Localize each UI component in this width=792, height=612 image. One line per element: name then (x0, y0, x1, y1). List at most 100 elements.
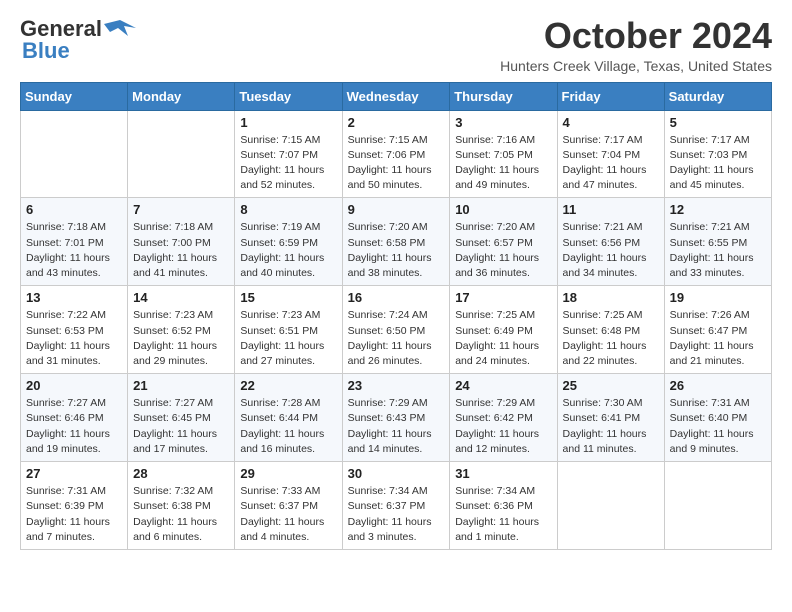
day-number: 16 (348, 290, 445, 305)
calendar-cell: 30 Sunrise: 7:34 AM Sunset: 6:37 PM Dayli… (342, 462, 450, 550)
day-number: 26 (670, 378, 766, 393)
header: General Blue October 2024 Hunters Creek … (20, 16, 772, 74)
calendar-cell: 9 Sunrise: 7:20 AM Sunset: 6:58 PM Daylig… (342, 198, 450, 286)
day-number: 21 (133, 378, 229, 393)
weekday-header-thursday: Thursday (450, 82, 557, 110)
calendar-cell: 3Sunrise: 7:16 AM Sunset: 7:05 PM Daylig… (450, 110, 557, 198)
calendar-cell: 2 Sunrise: 7:15 AM Sunset: 7:06 PM Daylig… (342, 110, 450, 198)
day-number: 28 (133, 466, 229, 481)
calendar-cell: 4Sunrise: 7:17 AM Sunset: 7:04 PM Daylig… (557, 110, 664, 198)
day-info: Sunrise: 7:21 AM Sunset: 6:56 PM Dayligh… (563, 220, 659, 281)
day-number: 1 (240, 115, 336, 130)
title-area: October 2024 Hunters Creek Village, Texa… (500, 16, 772, 74)
day-number: 11 (563, 202, 659, 217)
day-number: 19 (670, 290, 766, 305)
weekday-header-row: SundayMondayTuesdayWednesdayThursdayFrid… (21, 82, 772, 110)
day-number: 17 (455, 290, 551, 305)
weekday-header-sunday: Sunday (21, 82, 128, 110)
day-info: Sunrise: 7:32 AM Sunset: 6:38 PM Dayligh… (133, 484, 229, 545)
page: General Blue October 2024 Hunters Creek … (0, 0, 792, 570)
day-info: Sunrise: 7:28 AM Sunset: 6:44 PM Dayligh… (240, 396, 336, 457)
month-title: October 2024 (500, 16, 772, 56)
calendar-week-3: 13 Sunrise: 7:22 AM Sunset: 6:53 PM Dayli… (21, 286, 772, 374)
day-info: Sunrise: 7:34 AM Sunset: 6:37 PM Dayligh… (348, 484, 445, 545)
day-info: Sunrise: 7:25 AM Sunset: 6:48 PM Dayligh… (563, 308, 659, 369)
day-info: Sunrise: 7:16 AM Sunset: 7:05 PM Dayligh… (455, 133, 551, 194)
day-info: Sunrise: 7:30 AM Sunset: 6:41 PM Dayligh… (563, 396, 659, 457)
calendar-cell: 29 Sunrise: 7:33 AM Sunset: 6:37 PM Dayli… (235, 462, 342, 550)
calendar-cell: 6Sunrise: 7:18 AM Sunset: 7:01 PM Daylig… (21, 198, 128, 286)
day-info: Sunrise: 7:22 AM Sunset: 6:53 PM Dayligh… (26, 308, 122, 369)
day-info: Sunrise: 7:20 AM Sunset: 6:58 PM Dayligh… (348, 220, 445, 281)
calendar-week-5: 27Sunrise: 7:31 AM Sunset: 6:39 PM Dayli… (21, 462, 772, 550)
day-info: Sunrise: 7:34 AM Sunset: 6:36 PM Dayligh… (455, 484, 551, 545)
day-number: 18 (563, 290, 659, 305)
weekday-header-wednesday: Wednesday (342, 82, 450, 110)
day-info: Sunrise: 7:23 AM Sunset: 6:52 PM Dayligh… (133, 308, 229, 369)
logo-blue-text: Blue (22, 38, 70, 64)
day-number: 13 (26, 290, 122, 305)
day-info: Sunrise: 7:26 AM Sunset: 6:47 PM Dayligh… (670, 308, 766, 369)
day-number: 10 (455, 202, 551, 217)
day-info: Sunrise: 7:17 AM Sunset: 7:03 PM Dayligh… (670, 133, 766, 194)
calendar-week-2: 6Sunrise: 7:18 AM Sunset: 7:01 PM Daylig… (21, 198, 772, 286)
day-number: 31 (455, 466, 551, 481)
calendar-week-4: 20 Sunrise: 7:27 AM Sunset: 6:46 PM Dayli… (21, 374, 772, 462)
day-info: Sunrise: 7:33 AM Sunset: 6:37 PM Dayligh… (240, 484, 336, 545)
day-info: Sunrise: 7:29 AM Sunset: 6:42 PM Dayligh… (455, 396, 551, 457)
calendar-cell: 26 Sunrise: 7:31 AM Sunset: 6:40 PM Dayli… (664, 374, 771, 462)
calendar-cell: 25 Sunrise: 7:30 AM Sunset: 6:41 PM Dayli… (557, 374, 664, 462)
calendar-cell: 28 Sunrise: 7:32 AM Sunset: 6:38 PM Dayli… (128, 462, 235, 550)
day-number: 12 (670, 202, 766, 217)
day-info: Sunrise: 7:19 AM Sunset: 6:59 PM Dayligh… (240, 220, 336, 281)
calendar-cell: 31 Sunrise: 7:34 AM Sunset: 6:36 PM Dayli… (450, 462, 557, 550)
calendar-cell: 10Sunrise: 7:20 AM Sunset: 6:57 PM Dayli… (450, 198, 557, 286)
day-number: 9 (348, 202, 445, 217)
day-info: Sunrise: 7:27 AM Sunset: 6:46 PM Dayligh… (26, 396, 122, 457)
day-info: Sunrise: 7:29 AM Sunset: 6:43 PM Dayligh… (348, 396, 445, 457)
day-number: 30 (348, 466, 445, 481)
calendar-cell: 14 Sunrise: 7:23 AM Sunset: 6:52 PM Dayli… (128, 286, 235, 374)
calendar-cell: 13 Sunrise: 7:22 AM Sunset: 6:53 PM Dayli… (21, 286, 128, 374)
day-info: Sunrise: 7:15 AM Sunset: 7:06 PM Dayligh… (348, 133, 445, 194)
day-number: 2 (348, 115, 445, 130)
day-number: 7 (133, 202, 229, 217)
calendar-cell (664, 462, 771, 550)
logo: General Blue (20, 16, 136, 64)
calendar-cell (557, 462, 664, 550)
day-number: 14 (133, 290, 229, 305)
calendar-cell: 21 Sunrise: 7:27 AM Sunset: 6:45 PM Dayli… (128, 374, 235, 462)
calendar-cell: 15Sunrise: 7:23 AM Sunset: 6:51 PM Dayli… (235, 286, 342, 374)
weekday-header-tuesday: Tuesday (235, 82, 342, 110)
calendar-cell: 20 Sunrise: 7:27 AM Sunset: 6:46 PM Dayli… (21, 374, 128, 462)
day-number: 25 (563, 378, 659, 393)
weekday-header-friday: Friday (557, 82, 664, 110)
day-info: Sunrise: 7:24 AM Sunset: 6:50 PM Dayligh… (348, 308, 445, 369)
calendar-cell: 7 Sunrise: 7:18 AM Sunset: 7:00 PM Daylig… (128, 198, 235, 286)
calendar-cell: 19 Sunrise: 7:26 AM Sunset: 6:47 PM Dayli… (664, 286, 771, 374)
calendar-cell: 1 Sunrise: 7:15 AM Sunset: 7:07 PM Daylig… (235, 110, 342, 198)
day-number: 23 (348, 378, 445, 393)
day-number: 29 (240, 466, 336, 481)
day-info: Sunrise: 7:15 AM Sunset: 7:07 PM Dayligh… (240, 133, 336, 194)
day-info: Sunrise: 7:18 AM Sunset: 7:00 PM Dayligh… (133, 220, 229, 281)
day-number: 22 (240, 378, 336, 393)
day-info: Sunrise: 7:23 AM Sunset: 6:51 PM Dayligh… (240, 308, 336, 369)
calendar-table: SundayMondayTuesdayWednesdayThursdayFrid… (20, 82, 772, 550)
day-number: 5 (670, 115, 766, 130)
day-number: 8 (240, 202, 336, 217)
calendar-cell: 23 Sunrise: 7:29 AM Sunset: 6:43 PM Dayli… (342, 374, 450, 462)
day-info: Sunrise: 7:27 AM Sunset: 6:45 PM Dayligh… (133, 396, 229, 457)
calendar-cell: 5 Sunrise: 7:17 AM Sunset: 7:03 PM Daylig… (664, 110, 771, 198)
calendar-cell: 17 Sunrise: 7:25 AM Sunset: 6:49 PM Dayli… (450, 286, 557, 374)
day-number: 20 (26, 378, 122, 393)
calendar-cell: 24Sunrise: 7:29 AM Sunset: 6:42 PM Dayli… (450, 374, 557, 462)
weekday-header-saturday: Saturday (664, 82, 771, 110)
day-number: 27 (26, 466, 122, 481)
day-info: Sunrise: 7:31 AM Sunset: 6:40 PM Dayligh… (670, 396, 766, 457)
calendar-cell (21, 110, 128, 198)
calendar-cell: 16 Sunrise: 7:24 AM Sunset: 6:50 PM Dayli… (342, 286, 450, 374)
weekday-header-monday: Monday (128, 82, 235, 110)
day-info: Sunrise: 7:25 AM Sunset: 6:49 PM Dayligh… (455, 308, 551, 369)
day-info: Sunrise: 7:17 AM Sunset: 7:04 PM Dayligh… (563, 133, 659, 194)
